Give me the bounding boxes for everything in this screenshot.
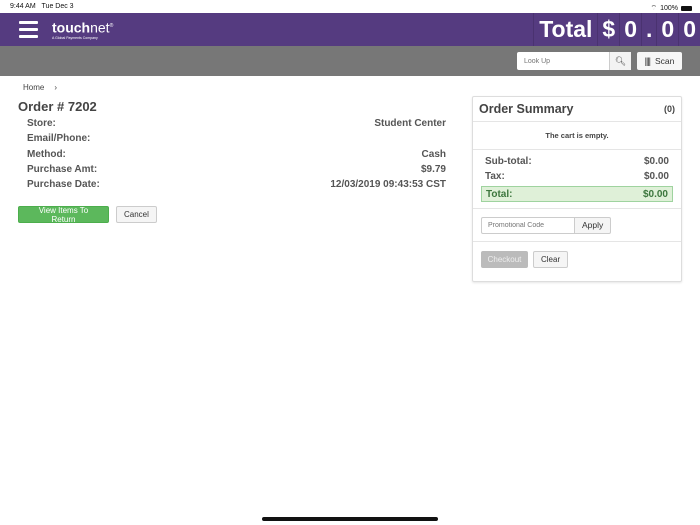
subtotal-row: Sub-total: $0.00 [485,156,669,167]
menu-icon[interactable] [19,21,38,38]
total-display: Total $ 0 . 0 0 [533,13,700,46]
lookup-group: 🔍︎ [517,52,631,70]
tax-row: Tax: $0.00 [485,171,669,182]
scan-button[interactable]: |||| Scan [637,52,682,70]
detail-row-email: Email/Phone: [27,133,91,145]
total-digit: . [641,13,656,46]
detail-row-date: Purchase Date: 12/03/2019 09:43:53 CST [27,179,446,191]
battery-percent: 100% [660,4,678,12]
total-digit: $ [597,13,619,46]
barcode-icon: |||| [644,56,651,66]
toolbar: 🔍︎ |||| Scan [0,46,700,76]
view-items-to-return-button[interactable]: View Items To Return [18,206,109,224]
touchnet-logo: touchnet® A Global Payments Company [52,19,114,40]
app-header: touchnet® A Global Payments Company Tota… [0,13,700,46]
home-indicator[interactable] [262,517,438,521]
status-bar: 9:44 AM Tue Dec 3 ⌔ 100% [0,0,700,13]
order-summary-panel: Order Summary (0) The cart is empty. Sub-… [472,96,682,282]
scan-label: Scan [654,56,675,66]
search-button[interactable]: 🔍︎ [609,52,631,70]
total-row: Total: $0.00 [481,186,673,202]
status-time: 9:44 AM [10,3,36,10]
lookup-input[interactable] [517,52,609,70]
detail-row-amount: Purchase Amt: $9.79 [27,163,446,175]
cancel-button[interactable]: Cancel [116,206,157,223]
checkout-button[interactable]: Checkout [481,251,528,268]
status-date: Tue Dec 3 [41,3,74,10]
total-label: Total [533,13,597,46]
order-details: Store: Student Center Email/Phone: Method… [27,118,446,194]
total-digit: 0 [656,13,678,46]
cart-empty-message: The cart is empty. [473,122,681,150]
total-digit: 0 [619,13,641,46]
breadcrumb: Home › [23,83,57,92]
cart-count: (0) [664,104,675,114]
detail-row-store: Store: Student Center [27,118,446,129]
breadcrumb-home[interactable]: Home [23,83,44,92]
total-digit: 0 [678,13,700,46]
clear-button[interactable]: Clear [533,251,569,268]
search-icon: 🔍︎ [614,55,627,66]
battery-icon [681,5,692,11]
detail-row-method: Method: Cash [27,148,446,160]
breadcrumb-separator: › [54,83,58,92]
summary-title: Order Summary [479,102,574,116]
apply-button[interactable]: Apply [575,216,612,234]
wifi-icon: ⌔ [650,4,658,12]
promo-code-input[interactable] [481,216,575,234]
page-title: Order # 7202 [18,99,97,114]
